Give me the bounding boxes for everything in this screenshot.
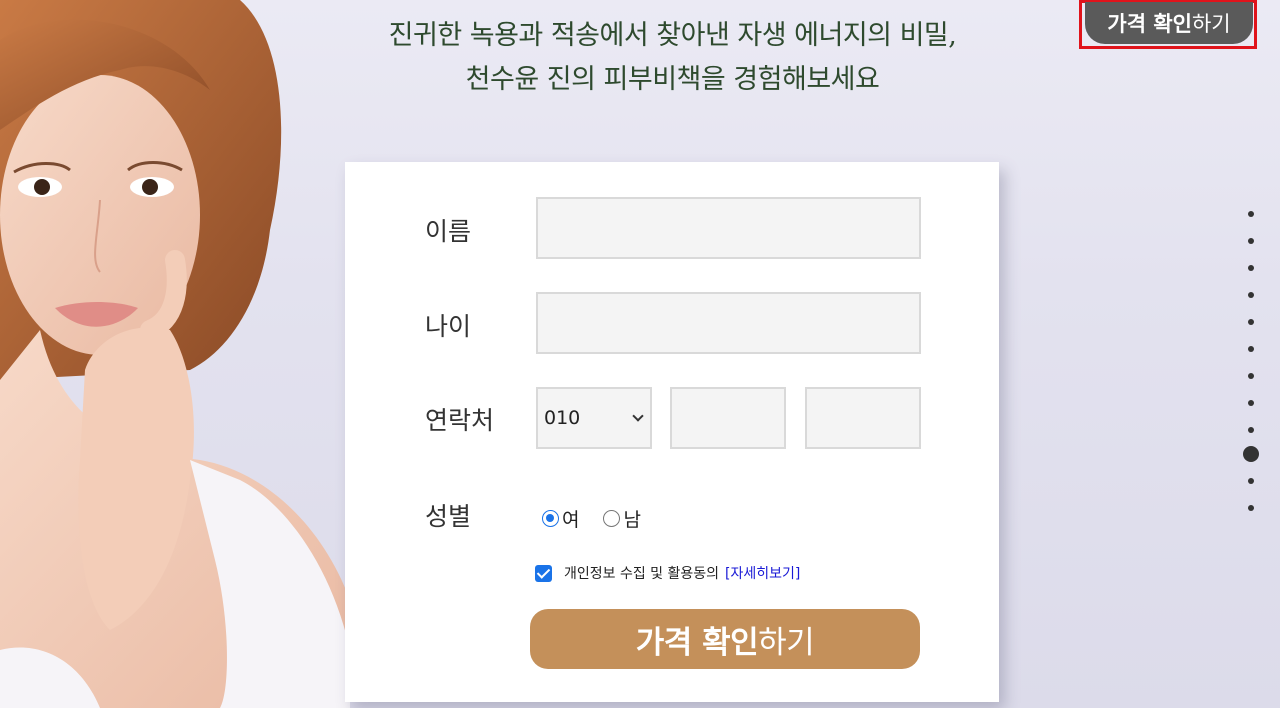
submit-light-text: 하기 xyxy=(758,624,815,661)
submit-bold-text: 가격 확인 xyxy=(635,624,759,661)
pager-dot[interactable] xyxy=(1248,265,1254,271)
pager-dot[interactable] xyxy=(1248,478,1254,484)
pager-dot[interactable] xyxy=(1248,211,1254,217)
gender-female-label: 여 xyxy=(562,509,580,531)
pager-dot[interactable] xyxy=(1248,319,1254,325)
age-input[interactable] xyxy=(536,292,921,354)
inquiry-form-card: 이름 나이 연락처 010 성별 여 남 개인정보 수집 및 활용동의 [자세히… xyxy=(345,162,999,702)
age-label: 나이 xyxy=(425,312,472,341)
model-photo xyxy=(0,0,350,708)
top-price-check-button[interactable]: 가격 확인 하기 xyxy=(1085,2,1253,44)
contact-label: 연락처 xyxy=(425,406,495,435)
headline-line-1: 진귀한 녹용과 적송에서 찾아낸 자생 에너지의 비밀, xyxy=(388,20,957,51)
pager-dot-active[interactable] xyxy=(1243,446,1259,462)
gender-radio-group: 여 남 xyxy=(542,505,665,532)
pager-dot[interactable] xyxy=(1248,292,1254,298)
pager-dot[interactable] xyxy=(1248,238,1254,244)
pager-dot[interactable] xyxy=(1248,373,1254,379)
phone-middle-input[interactable] xyxy=(670,387,786,449)
gender-label: 성별 xyxy=(425,502,472,531)
privacy-details-link[interactable]: [자세히보기] xyxy=(725,563,800,583)
privacy-consent-checkbox[interactable] xyxy=(535,564,552,582)
pager-dot[interactable] xyxy=(1248,427,1254,433)
phone-prefix-value: 010 xyxy=(544,407,581,429)
landing-page: 진귀한 녹용과 적송에서 찾아낸 자생 에너지의 비밀, 천수윤 진의 피부비책… xyxy=(0,0,1280,708)
name-label: 이름 xyxy=(425,217,472,246)
top-cta-bold-text: 가격 확인 xyxy=(1107,12,1192,36)
chevron-down-icon xyxy=(632,410,644,422)
phone-prefix-select[interactable]: 010 xyxy=(536,387,652,449)
headline-line-2: 천수윤 진의 피부비책을 경험해보세요 xyxy=(465,64,880,95)
privacy-consent: 개인정보 수집 및 활용동의 [자세히보기] xyxy=(535,563,800,583)
gender-male-radio[interactable] xyxy=(603,510,621,527)
privacy-consent-text: 개인정보 수집 및 활용동의 xyxy=(564,566,720,582)
gender-male-label: 남 xyxy=(623,509,641,531)
headline: 진귀한 녹용과 적송에서 찾아낸 자생 에너지의 비밀, 천수윤 진의 피부비책… xyxy=(300,14,1045,102)
pager-dot[interactable] xyxy=(1248,400,1254,406)
phone-last-input[interactable] xyxy=(805,387,921,449)
pager-dot[interactable] xyxy=(1248,505,1254,511)
pager-dot[interactable] xyxy=(1248,346,1254,352)
price-check-submit-button[interactable]: 가격 확인 하기 xyxy=(530,609,920,669)
name-input[interactable] xyxy=(536,197,921,259)
gender-female-radio[interactable] xyxy=(542,510,559,527)
top-cta-light-text: 하기 xyxy=(1191,12,1231,36)
